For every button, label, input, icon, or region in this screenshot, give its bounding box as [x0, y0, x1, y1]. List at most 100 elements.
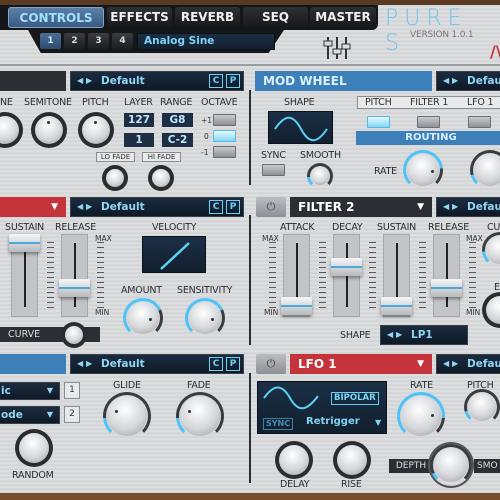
- mod-wheel-header[interactable]: MOD WHEEL: [255, 71, 432, 91]
- octave-0-button[interactable]: [213, 130, 236, 142]
- shape-display[interactable]: [268, 111, 333, 144]
- decay-handle[interactable]: [331, 258, 362, 276]
- amount-knob[interactable]: [123, 298, 163, 338]
- mixer-icon[interactable]: [320, 35, 356, 61]
- layer-button-4[interactable]: 4: [112, 33, 133, 49]
- curve-knob[interactable]: [61, 322, 87, 348]
- lfo-pitch-knob[interactable]: [464, 389, 500, 425]
- voice-mode-select-1[interactable]: ic ▼: [0, 382, 60, 400]
- rate-knob[interactable]: [403, 150, 443, 190]
- copy-button[interactable]: C: [209, 74, 223, 88]
- index-box-1[interactable]: 1: [64, 382, 80, 399]
- arrows-icon[interactable]: ◀ ▶: [387, 326, 402, 344]
- attack-label: ATTACK: [280, 222, 315, 233]
- velocity-label: VELOCITY: [152, 222, 197, 233]
- tab-effects[interactable]: EFFECTS: [107, 7, 172, 28]
- arrows-icon[interactable]: ◀ ▶: [443, 72, 458, 90]
- osc-preset[interactable]: ◀ ▶ Default C P: [70, 71, 244, 91]
- release-handle[interactable]: [431, 279, 462, 297]
- copy-button[interactable]: C: [209, 357, 223, 371]
- sustain-handle[interactable]: [381, 297, 412, 315]
- layer-high-field[interactable]: 127: [124, 113, 154, 127]
- attack-handle[interactable]: [281, 297, 312, 315]
- paste-button[interactable]: P: [226, 357, 240, 371]
- osc-header[interactable]: [0, 71, 66, 91]
- range-low-field[interactable]: C-2: [162, 133, 193, 147]
- lfo-sync-button[interactable]: SYNC: [263, 418, 294, 430]
- sensitivity-label: SENSITIVITY: [177, 285, 233, 296]
- arrows-icon[interactable]: ◀ ▶: [77, 198, 92, 216]
- bipolar-button[interactable]: BIPOLAR: [331, 392, 379, 405]
- layer-button-2[interactable]: 2: [64, 33, 85, 49]
- index-box-2[interactable]: 2: [64, 406, 80, 423]
- lfo1-power-icon[interactable]: ⏻: [256, 354, 286, 374]
- tab-master[interactable]: MASTER: [310, 7, 376, 28]
- dropdown-icon: ▼: [417, 359, 424, 369]
- layer-button-1[interactable]: 1: [40, 33, 61, 49]
- octave-plus1-button[interactable]: [213, 114, 236, 126]
- lfo-display[interactable]: BIPOLAR SYNC Retrigger ▼: [257, 381, 387, 434]
- release-slider[interactable]: [61, 234, 88, 317]
- depth-knob[interactable]: [430, 444, 472, 486]
- semitone-knob[interactable]: [31, 112, 67, 148]
- env-header[interactable]: ▼: [0, 197, 66, 217]
- sensitivity-knob[interactable]: [185, 298, 225, 338]
- filter2-power-icon[interactable]: ⏻: [256, 197, 286, 217]
- voice-mode-select-2[interactable]: ode ▼: [0, 406, 60, 424]
- paste-button[interactable]: P: [226, 200, 240, 214]
- filter-shape-select[interactable]: ◀ ▶ LP1: [380, 325, 468, 345]
- release-slider[interactable]: [433, 234, 460, 317]
- arrows-icon[interactable]: ◀ ▶: [77, 72, 92, 90]
- semitone-label: SEMITONE: [24, 97, 72, 108]
- shape-label: SHAPE: [284, 97, 315, 108]
- lfo1-header[interactable]: LFO 1 ▼: [290, 354, 432, 374]
- lfo-rate-knob[interactable]: [397, 392, 445, 440]
- glide-label: GLIDE: [113, 380, 141, 391]
- version-label: VERSION 1.0.1: [410, 30, 474, 40]
- sync-button[interactable]: [262, 164, 285, 176]
- voice-preset[interactable]: ◀ ▶ Default C P: [70, 354, 244, 374]
- rise-knob[interactable]: [333, 441, 371, 479]
- patch-name-display[interactable]: Analog Sine: [137, 33, 275, 50]
- mode-value: ic: [1, 385, 11, 397]
- glide-knob[interactable]: [103, 392, 151, 440]
- paste-button[interactable]: P: [226, 74, 240, 88]
- lo-fade-knob[interactable]: [102, 165, 128, 191]
- target-filter1-button[interactable]: [417, 116, 440, 128]
- mode-value: ode: [1, 409, 23, 421]
- trigger-mode-select[interactable]: Retrigger: [306, 416, 360, 427]
- dropdown-icon: ▼: [51, 202, 58, 212]
- velocity-display[interactable]: [142, 236, 206, 273]
- release-handle[interactable]: [59, 279, 90, 297]
- target-lfo1-button[interactable]: [468, 116, 491, 128]
- target-pitch-button[interactable]: [367, 116, 390, 128]
- tab-seq[interactable]: SEQ: [243, 7, 308, 28]
- section-divider: [249, 90, 251, 185]
- tab-controls[interactable]: CONTROLS: [8, 7, 104, 28]
- voice-header[interactable]: [0, 354, 66, 374]
- mod-wheel-preset[interactable]: ◀ ▶ Default: [436, 71, 500, 91]
- layer-low-field[interactable]: 1: [124, 133, 154, 147]
- preset-name: Default: [467, 201, 500, 213]
- arrows-icon[interactable]: ◀ ▶: [77, 355, 92, 373]
- tab-reverb[interactable]: REVERB: [175, 7, 240, 28]
- arrows-icon[interactable]: ◀ ▶: [443, 198, 458, 216]
- random-knob[interactable]: [15, 429, 53, 467]
- delay-knob[interactable]: [275, 441, 313, 479]
- filter2-header[interactable]: FILTER 2 ▼: [290, 197, 432, 217]
- range-high-field[interactable]: G8: [162, 113, 193, 127]
- octave-minus1-button[interactable]: [213, 146, 236, 158]
- lfo1-preset[interactable]: ◀ ▶ Default: [436, 354, 500, 374]
- smooth-knob[interactable]: [307, 163, 333, 189]
- smooth-label: SMOOTH: [300, 150, 341, 161]
- sustain-handle[interactable]: [9, 234, 40, 252]
- arrows-icon[interactable]: ◀ ▶: [443, 355, 458, 373]
- env-preset[interactable]: ◀ ▶ Default C P: [70, 197, 244, 217]
- hi-fade-knob[interactable]: [148, 165, 174, 191]
- copy-button[interactable]: C: [209, 200, 223, 214]
- pitch-knob[interactable]: [78, 112, 114, 148]
- fade-knob[interactable]: [176, 392, 224, 440]
- layer-button-3[interactable]: 3: [88, 33, 109, 49]
- dropdown-icon[interactable]: ▼: [375, 418, 381, 427]
- filter2-preset[interactable]: ◀ ▶ Default: [436, 197, 500, 217]
